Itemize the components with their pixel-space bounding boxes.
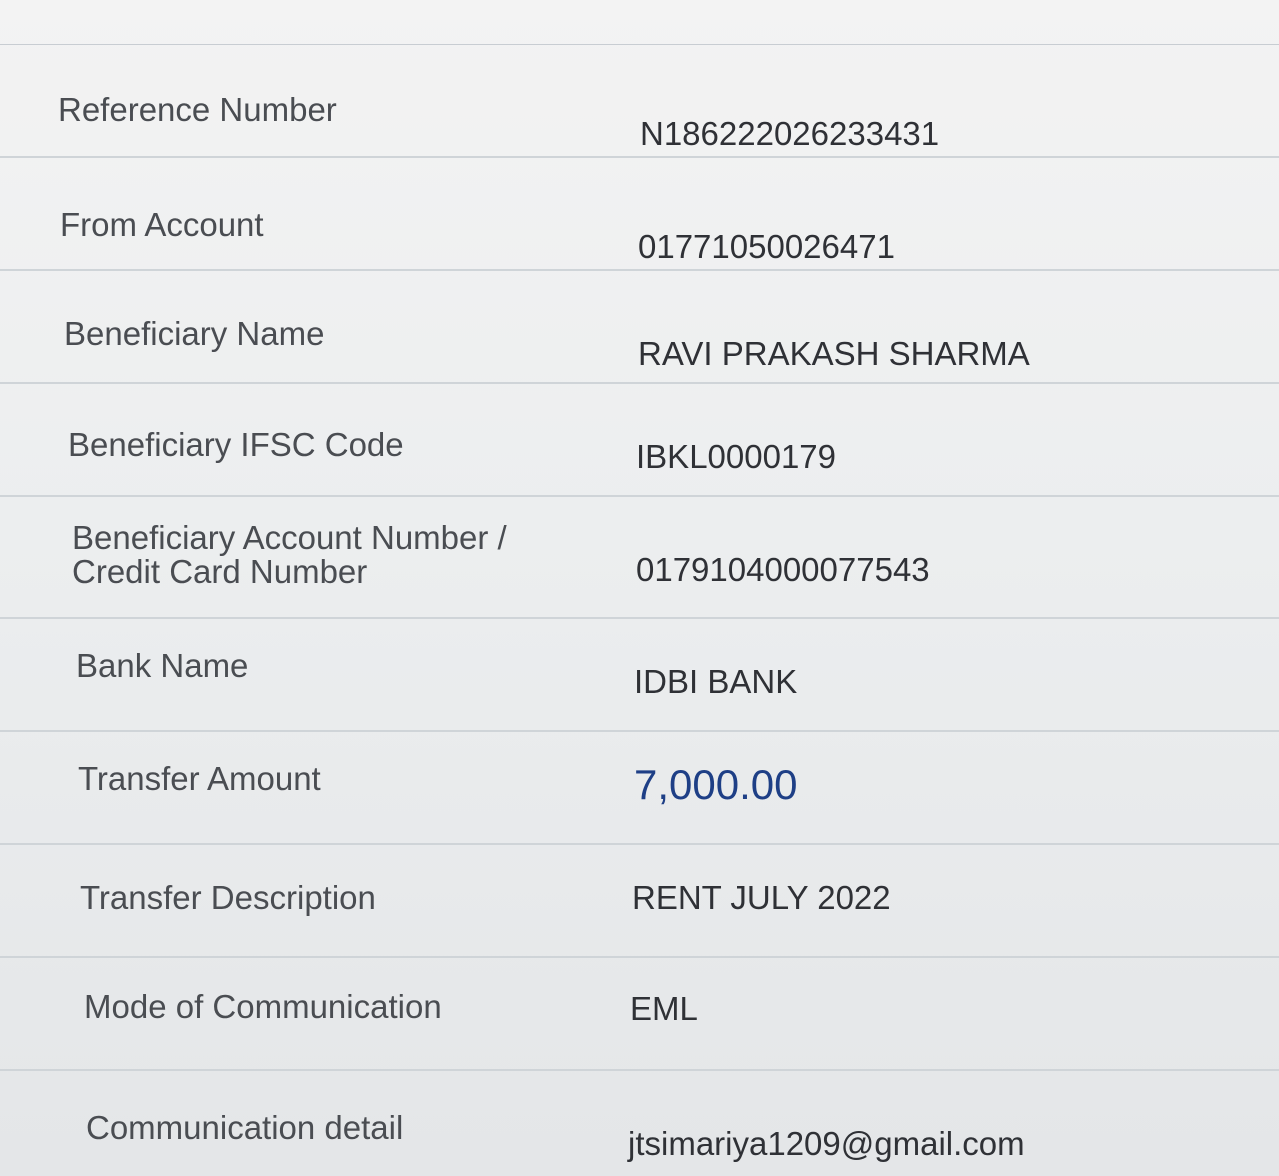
beneficiary-name-label: Beneficiary Name — [64, 315, 325, 352]
transfer-details-table: Reference Number N186222026233431 From A… — [0, 44, 1279, 1176]
from-account-value: 01771050026471 — [638, 228, 895, 265]
row-mode-of-communication: Mode of Communication EML — [0, 958, 1279, 1071]
bank-name-value: IDBI BANK — [634, 663, 798, 700]
row-bank-name: Bank Name IDBI BANK — [0, 619, 1279, 732]
transfer-description-label: Transfer Description — [80, 879, 376, 916]
communication-detail-label: Communication detail — [86, 1109, 404, 1146]
row-reference-number: Reference Number N186222026233431 — [0, 45, 1279, 158]
transfer-details-screen: Reference Number N186222026233431 From A… — [0, 0, 1279, 1176]
row-transfer-amount: Transfer Amount 7,000.00 — [0, 732, 1279, 845]
beneficiary-ifsc-value: IBKL0000179 — [636, 438, 837, 475]
row-transfer-description: Transfer Description RENT JULY 2022 — [0, 845, 1279, 958]
mode-of-communication-value: EML — [630, 990, 698, 1027]
row-beneficiary-account-number: Beneficiary Account Number / Credit Card… — [0, 497, 1279, 619]
beneficiary-name-value: RAVI PRAKASH SHARMA — [638, 335, 1030, 372]
reference-number-label: Reference Number — [58, 91, 337, 128]
communication-detail-value: jtsimariya1209@gmail.com — [628, 1125, 1025, 1162]
transfer-amount-label: Transfer Amount — [78, 760, 321, 797]
bank-name-label: Bank Name — [76, 647, 249, 684]
row-beneficiary-ifsc: Beneficiary IFSC Code IBKL0000179 — [0, 384, 1279, 497]
beneficiary-account-number-value: 0179104000077543 — [636, 551, 930, 588]
beneficiary-ifsc-label: Beneficiary IFSC Code — [68, 426, 404, 463]
from-account-label: From Account — [60, 206, 264, 243]
reference-number-value: N186222026233431 — [640, 115, 940, 152]
row-beneficiary-name: Beneficiary Name RAVI PRAKASH SHARMA — [0, 271, 1279, 384]
mode-of-communication-label: Mode of Communication — [84, 988, 442, 1025]
beneficiary-account-number-label: Beneficiary Account Number / Credit Card… — [72, 519, 507, 590]
row-from-account: From Account 01771050026471 — [0, 158, 1279, 271]
transfer-description-value: RENT JULY 2022 — [632, 879, 891, 916]
transfer-amount-value: 7,000.00 — [634, 761, 798, 808]
row-communication-detail: Communication detail jtsimariya1209@gmai… — [0, 1071, 1279, 1176]
